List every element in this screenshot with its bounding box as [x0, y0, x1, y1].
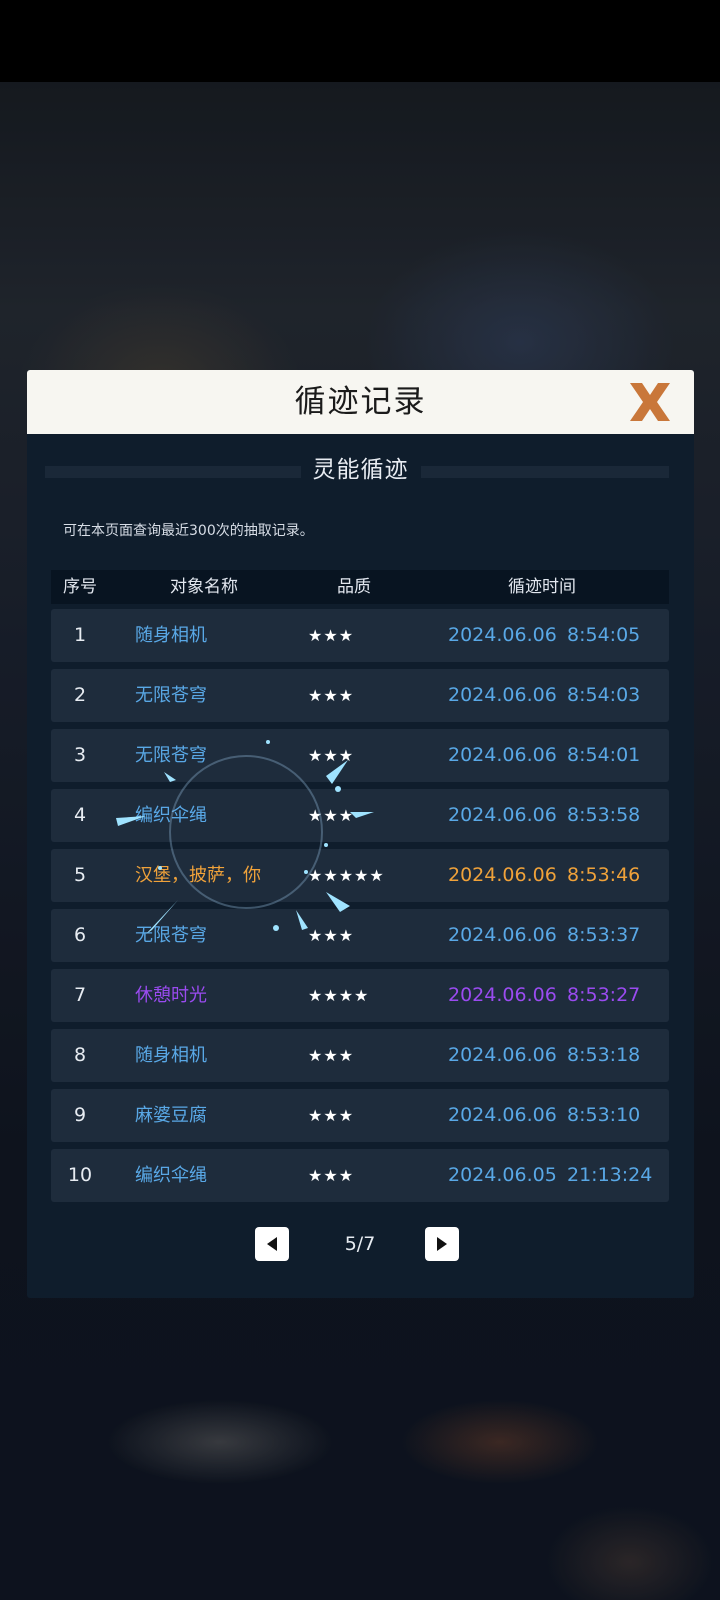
record-row: 10 编织伞绳 ★★★ 2024.06.05 21:13:24 [51, 1149, 669, 1202]
notice-text: 可在本页面查询最近300次的抽取记录。 [63, 523, 314, 539]
record-date: 2024.06.06 [448, 984, 557, 1006]
row-index: 6 [73, 924, 87, 946]
next-page-button[interactable] [425, 1227, 459, 1261]
record-row: 1 随身相机 ★★★ 2024.06.06 8:54:05 [51, 609, 669, 662]
quality-stars: ★★★ [308, 1106, 355, 1125]
record-time: 8:54:03 [567, 684, 641, 706]
quality-stars: ★★★ [308, 1166, 355, 1185]
record-date: 2024.06.06 [448, 744, 557, 766]
item-name: 汉堡，披萨，你 [135, 865, 261, 886]
header-index: 序号 [63, 577, 97, 597]
record-time: 8:54:05 [567, 624, 641, 646]
record-date: 2024.06.06 [448, 624, 557, 646]
record-row: 7 休憩时光 ★★★★ 2024.06.06 8:53:27 [51, 969, 669, 1022]
record-row: 5 汉堡，披萨，你 ★★★★★ 2024.06.06 8:53:46 [51, 849, 669, 902]
record-row: 6 无限苍穹 ★★★ 2024.06.06 8:53:37 [51, 909, 669, 962]
quality-stars: ★★★ [308, 1046, 355, 1065]
record-date: 2024.06.06 [448, 804, 557, 826]
item-name: 无限苍穹 [135, 925, 207, 946]
quality-stars: ★★★★★ [308, 866, 385, 885]
dialog-title: 循迹记录 [294, 384, 427, 420]
record-time: 8:54:01 [567, 744, 641, 766]
close-button[interactable] [624, 377, 676, 427]
close-x-icon [630, 383, 670, 421]
quality-stars: ★★★ [308, 686, 355, 705]
record-date: 2024.06.06 [448, 684, 557, 706]
row-index: 1 [73, 624, 87, 646]
header-quality: 品质 [337, 577, 371, 597]
record-row: 3 无限苍穹 ★★★ 2024.06.06 8:54:01 [51, 729, 669, 782]
quality-stars: ★★★ [308, 746, 355, 765]
record-row: 8 随身相机 ★★★ 2024.06.06 8:53:18 [51, 1029, 669, 1082]
record-time: 8:53:18 [567, 1044, 641, 1066]
quality-stars: ★★★★ [308, 986, 370, 1005]
row-index: 8 [73, 1044, 87, 1066]
item-name: 随身相机 [135, 1045, 207, 1066]
record-row: 2 无限苍穹 ★★★ 2024.06.06 8:54:03 [51, 669, 669, 722]
record-date: 2024.06.06 [448, 864, 557, 886]
record-date: 2024.06.05 [448, 1164, 557, 1186]
triangle-right-icon [437, 1237, 447, 1251]
status-bar [0, 0, 720, 82]
header-time: 循迹时间 [508, 577, 576, 597]
item-name: 休憩时光 [135, 985, 207, 1006]
row-index: 7 [73, 984, 87, 1006]
item-name: 编织伞绳 [135, 1165, 207, 1186]
row-index: 3 [73, 744, 87, 766]
section-title: 灵能循迹 [300, 457, 421, 483]
row-index: 2 [73, 684, 87, 706]
item-name: 无限苍穹 [135, 745, 207, 766]
table-header: 序号 对象名称 品质 循迹时间 [51, 570, 669, 604]
quality-stars: ★★★ [308, 806, 355, 825]
dialog-header: 循迹记录 [27, 370, 694, 434]
record-date: 2024.06.06 [448, 924, 557, 946]
row-index: 5 [73, 864, 87, 886]
row-index: 10 [67, 1164, 93, 1186]
record-time: 8:53:46 [567, 864, 641, 886]
pagination: 5/7 [27, 1227, 694, 1263]
header-name: 对象名称 [170, 577, 238, 597]
record-time: 21:13:24 [567, 1164, 653, 1186]
record-date: 2024.06.06 [448, 1044, 557, 1066]
record-time: 8:53:27 [567, 984, 641, 1006]
record-row: 4 编织伞绳 ★★★ 2024.06.06 8:53:58 [51, 789, 669, 842]
item-name: 编织伞绳 [135, 805, 207, 826]
record-dialog: 循迹记录 灵能循迹 可在本页面查询最近300次的抽取记录。 序号 对象名称 品质… [27, 370, 694, 1298]
quality-stars: ★★★ [308, 926, 355, 945]
item-name: 无限苍穹 [135, 685, 207, 706]
record-time: 8:53:10 [567, 1104, 641, 1126]
quality-stars: ★★★ [308, 626, 355, 645]
triangle-left-icon [267, 1237, 277, 1251]
record-date: 2024.06.06 [448, 1104, 557, 1126]
item-name: 麻婆豆腐 [135, 1105, 207, 1126]
row-index: 9 [73, 1104, 87, 1126]
record-time: 8:53:58 [567, 804, 641, 826]
page-indicator: 5/7 [344, 1233, 376, 1255]
prev-page-button[interactable] [255, 1227, 289, 1261]
item-name: 随身相机 [135, 625, 207, 646]
row-index: 4 [73, 804, 87, 826]
record-time: 8:53:37 [567, 924, 641, 946]
record-row: 9 麻婆豆腐 ★★★ 2024.06.06 8:53:10 [51, 1089, 669, 1142]
